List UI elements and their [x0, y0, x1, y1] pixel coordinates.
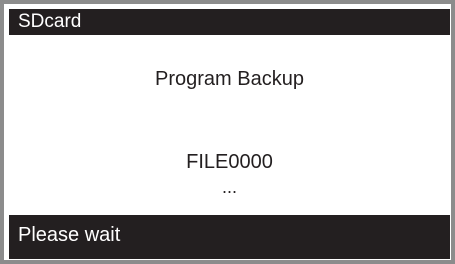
progress-ellipsis: ... [221, 177, 237, 197]
status-message: Please wait [18, 224, 121, 246]
title-label: SDcard [18, 11, 82, 32]
title-bar: SDcard [9, 9, 450, 35]
content-area: Program Backup FILE0000 ... [9, 35, 450, 215]
operation-heading: Program Backup [155, 68, 304, 90]
file-name: FILE0000 [186, 151, 273, 173]
status-bar: Please wait [9, 215, 450, 259]
device-screen: SDcard Program Backup FILE0000 ... Pleas… [0, 0, 455, 264]
